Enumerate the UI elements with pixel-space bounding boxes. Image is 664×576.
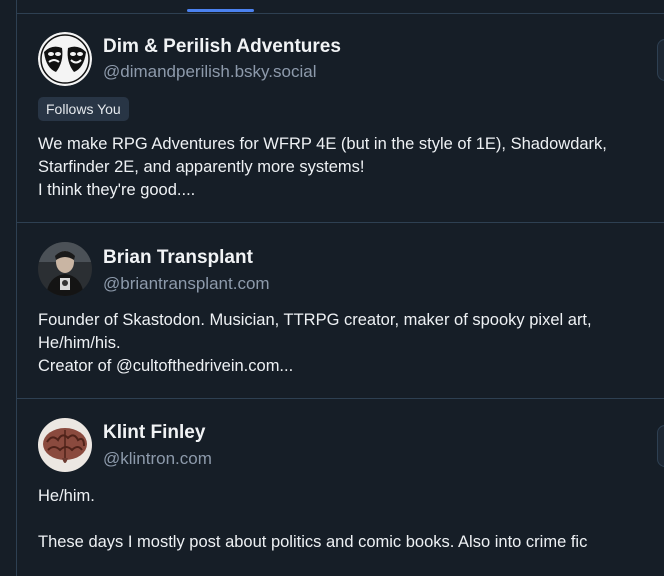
profile-card[interactable]: Brian Transplant @briantransplant.com Fo… bbox=[17, 223, 664, 399]
profile-list: Dim & Perilish Adventures @dimandperilis… bbox=[16, 0, 664, 576]
profile-name[interactable]: Klint Finley bbox=[103, 422, 205, 444]
theatre-masks-avatar-icon bbox=[38, 32, 92, 86]
profile-name[interactable]: Dim & Perilish Adventures bbox=[103, 36, 341, 58]
profile-bio: He/him. These days I mostly post about p… bbox=[38, 487, 588, 551]
person-photo-avatar-icon bbox=[38, 242, 92, 296]
avatar[interactable] bbox=[38, 418, 92, 472]
profile-handle: @dimandperilish.bsky.social bbox=[103, 62, 317, 81]
profile-handle: @klintron.com bbox=[103, 449, 212, 468]
profile-bio: We make RPG Adventures for WFRP 4E (but … bbox=[38, 135, 607, 199]
avatar[interactable] bbox=[38, 242, 92, 296]
profile-handle: @briantransplant.com bbox=[103, 274, 270, 293]
avatar[interactable] bbox=[38, 32, 92, 86]
profile-card[interactable]: Klint Finley @klintron.com He/him. These… bbox=[17, 399, 664, 576]
profile-name[interactable]: Brian Transplant bbox=[103, 247, 253, 269]
page: Dim & Perilish Adventures @dimandperilis… bbox=[0, 0, 664, 576]
brain-avatar-icon bbox=[38, 418, 92, 472]
follow-button[interactable] bbox=[657, 39, 664, 81]
profile-bio: Founder of Skastodon. Musician, TTRPG cr… bbox=[38, 311, 592, 375]
follow-button[interactable] bbox=[657, 425, 664, 467]
tab-bar bbox=[17, 0, 664, 14]
active-tab-indicator bbox=[187, 9, 254, 12]
profile-card[interactable]: Dim & Perilish Adventures @dimandperilis… bbox=[17, 14, 664, 223]
follows-you-badge: Follows You bbox=[38, 97, 129, 121]
